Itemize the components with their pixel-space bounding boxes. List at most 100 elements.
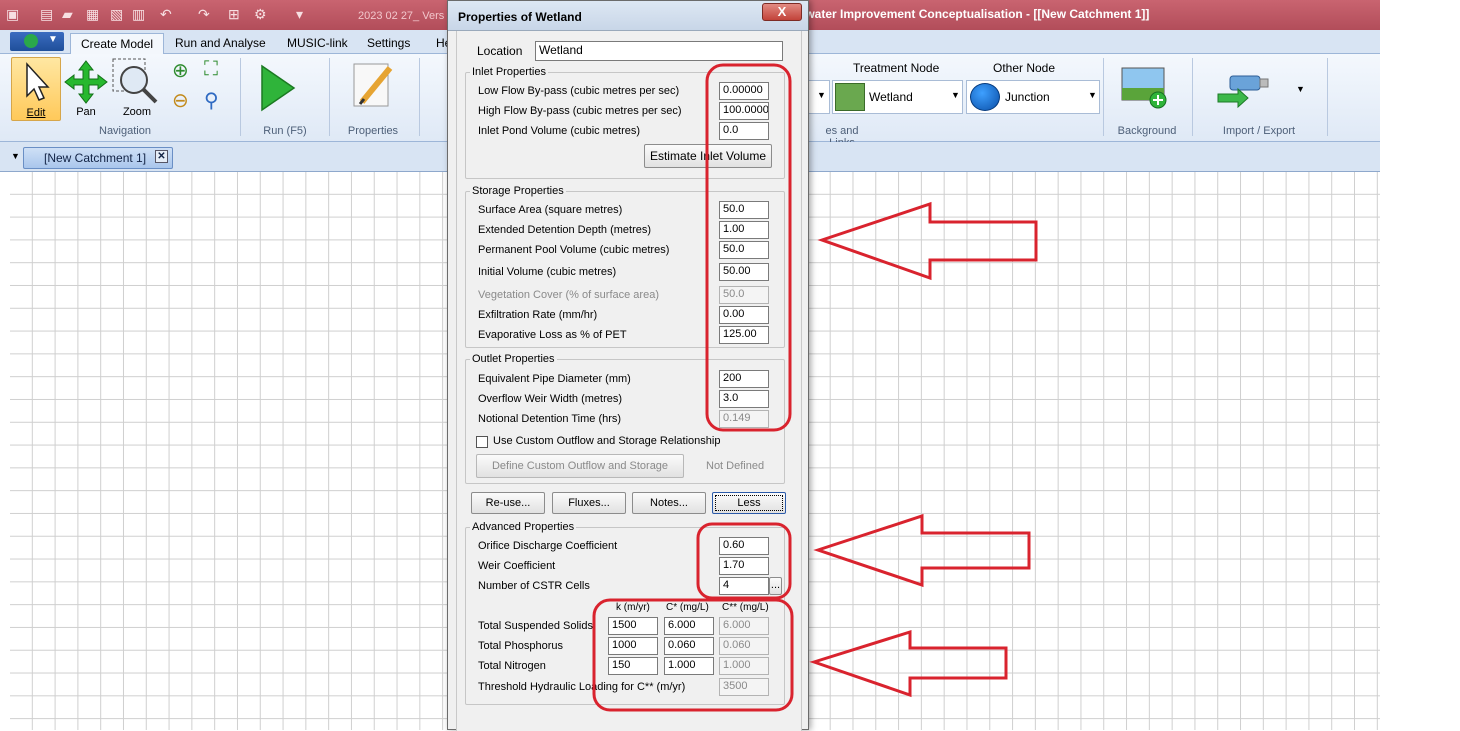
chevron-down-icon: ▼ — [951, 90, 960, 100]
extended-detention-depth-input[interactable]: 1.00 — [719, 221, 769, 239]
initial-volume-input[interactable]: 50.00 — [719, 263, 769, 281]
zoom-extents-icon[interactable]: ⛶ — [204, 58, 218, 81]
cstr-cells-label: Number of CSTR Cells — [478, 580, 590, 592]
estimate-inlet-volume-button[interactable]: Estimate Inlet Volume — [644, 144, 772, 168]
tab-new-catchment-1[interactable]: [New Catchment 1] ✕ — [23, 147, 173, 169]
cstr-cells-input[interactable]: 4 — [719, 577, 769, 595]
application-menu-button[interactable]: ▼ — [10, 32, 64, 51]
tp-c-star-input[interactable]: 0.060 — [664, 637, 714, 655]
undo-icon[interactable]: ↶ — [160, 6, 172, 24]
high-flow-bypass-input[interactable]: 100.0000 — [719, 102, 769, 120]
group-separator — [329, 58, 330, 136]
advanced-properties-group: Advanced Properties Orifice Discharge Co… — [465, 521, 785, 705]
less-button[interactable]: Less — [712, 492, 786, 514]
treatment-node-label: Treatment Node — [853, 61, 940, 75]
open-folder-icon[interactable]: ▰ — [62, 6, 73, 24]
orifice-discharge-coefficient-label: Orifice Discharge Coefficient — [478, 540, 618, 552]
file-version-text: 2023 02 27_ Vers — [358, 10, 445, 22]
dialog-body: Location Wetland Inlet Properties Low Fl… — [456, 31, 802, 731]
system-menu-icon[interactable]: ▣ — [6, 6, 19, 24]
junction-icon — [970, 83, 1000, 111]
save-as-icon[interactable]: ▧ — [110, 6, 123, 24]
document-tab-label: [New Catchment 1] — [44, 151, 147, 165]
group-separator — [1192, 58, 1193, 136]
tool-icon[interactable]: ⚙ — [254, 6, 267, 24]
evaporative-loss-input[interactable]: 125.00 — [719, 326, 769, 344]
import-export-dropdown-icon[interactable]: ▼ — [1296, 84, 1305, 94]
tp-k-input[interactable]: 1000 — [608, 637, 658, 655]
pan-label: Pan — [76, 106, 96, 118]
c-star-star-column-header: C** (mg/L) — [722, 602, 769, 613]
tn-c-star-star-output: 1.000 — [719, 657, 769, 675]
pipe-diameter-input[interactable]: 200 — [719, 370, 769, 388]
tn-c-star-input[interactable]: 1.000 — [664, 657, 714, 675]
customize-quick-access-icon[interactable]: ▾ — [296, 6, 303, 24]
threshold-hydraulic-loading-output: 3500 — [719, 678, 769, 696]
vegetation-cover-label: Vegetation Cover (% of surface area) — [478, 289, 659, 301]
background-group-label: Background — [1117, 125, 1177, 137]
new-file-icon[interactable]: ▤ — [40, 6, 53, 24]
tss-k-input[interactable]: 1500 — [608, 617, 658, 635]
outlet-properties-group: Outlet Properties Equivalent Pipe Diamet… — [465, 353, 785, 484]
notes-button[interactable]: Notes... — [632, 492, 706, 514]
run-label[interactable]: Run (F5) — [252, 125, 318, 137]
zoom-in-icon[interactable]: ⊕ — [172, 58, 189, 83]
location-label: Location — [477, 44, 523, 58]
treatment-node-combo[interactable]: Wetland ▼ — [832, 80, 963, 114]
tn-k-input[interactable]: 150 — [608, 657, 658, 675]
tab-settings[interactable]: Settings — [357, 33, 420, 54]
print-icon[interactable]: ▥ — [132, 6, 145, 24]
pan-arrows-icon[interactable] — [63, 59, 109, 105]
low-flow-bypass-input[interactable]: 0.00000 — [719, 82, 769, 100]
redo-icon[interactable]: ↷ — [198, 6, 210, 24]
exfiltration-rate-input[interactable]: 0.00 — [719, 306, 769, 324]
save-icon[interactable]: ▦ — [86, 6, 99, 24]
edit-label: Edit — [26, 107, 46, 119]
orifice-discharge-coefficient-input[interactable]: 0.60 — [719, 537, 769, 555]
cursor-arrow-icon — [26, 62, 50, 101]
tab-music-link[interactable]: MUSIC-link — [277, 33, 358, 54]
tn-label: Total Nitrogen — [478, 660, 546, 672]
inlet-pond-volume-input[interactable]: 0.0 — [719, 122, 769, 140]
c-star-column-header: C* (mg/L) — [666, 602, 709, 613]
tab-list-dropdown-icon[interactable]: ▼ — [11, 151, 20, 161]
wetland-properties-dialog: Properties of Wetland X Location Wetland… — [447, 0, 809, 731]
tab-run-and-analyse[interactable]: Run and Analyse — [165, 33, 276, 54]
run-play-icon[interactable] — [258, 64, 298, 114]
location-input[interactable]: Wetland — [535, 41, 783, 61]
evaporative-loss-label: Evaporative Loss as % of PET — [478, 329, 627, 341]
surface-area-input[interactable]: 50.0 — [719, 201, 769, 219]
background-image-icon[interactable] — [1120, 66, 1170, 110]
custom-outflow-status: Not Defined — [706, 460, 765, 472]
weir-coefficient-input[interactable]: 1.70 — [719, 557, 769, 575]
weir-coefficient-label: Weir Coefficient — [478, 560, 556, 572]
dialog-title-bar[interactable]: Properties of Wetland X — [448, 1, 808, 31]
reuse-button[interactable]: Re-use... — [471, 492, 545, 514]
properties-label[interactable]: Properties — [340, 125, 406, 137]
properties-pencil-icon[interactable] — [352, 62, 396, 110]
storage-properties-group: Storage Properties Surface Area (square … — [465, 185, 785, 348]
close-tab-icon[interactable]: ✕ — [155, 150, 168, 163]
import-export-usb-icon[interactable] — [1216, 70, 1272, 110]
fluxes-button[interactable]: Fluxes... — [552, 492, 626, 514]
tab-create-model[interactable]: Create Model — [70, 33, 165, 54]
zoom-out-icon[interactable]: ⊖ — [172, 88, 189, 113]
other-node-combo[interactable]: Junction ▼ — [966, 80, 1100, 114]
custom-outflow-checkbox[interactable] — [476, 436, 488, 448]
cstr-cells-more-button[interactable]: ... — [769, 577, 782, 595]
edit-button[interactable]: Edit — [11, 57, 61, 121]
dialog-close-button[interactable]: X — [762, 3, 802, 21]
threshold-hydraulic-loading-label: Threshold Hydraulic Loading for C** (m/y… — [478, 681, 686, 693]
storage-properties-legend: Storage Properties — [470, 185, 566, 197]
layout-icon[interactable]: ⊞ — [228, 6, 240, 24]
weir-width-input[interactable]: 3.0 — [719, 390, 769, 408]
permanent-pool-volume-input[interactable]: 50.0 — [719, 241, 769, 259]
tss-c-star-input[interactable]: 6.000 — [664, 617, 714, 635]
initial-volume-label: Initial Volume (cubic metres) — [478, 266, 617, 278]
zoom-to-selection-icon[interactable]: ⚲ — [204, 88, 219, 113]
permanent-pool-volume-label: Permanent Pool Volume (cubic metres) — [478, 244, 670, 256]
node-combo-arrow[interactable]: ▼ — [808, 80, 830, 114]
zoom-label: Zoom — [122, 106, 152, 118]
music-logo-icon — [24, 34, 38, 48]
zoom-magnifier-icon[interactable] — [112, 58, 160, 104]
